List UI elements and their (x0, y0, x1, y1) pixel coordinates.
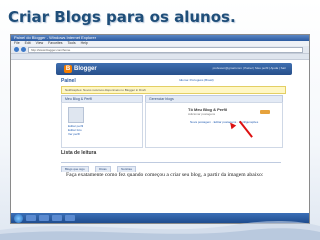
avatar[interactable] (68, 107, 84, 123)
taskbar-item[interactable] (52, 215, 62, 221)
start-button-icon[interactable] (14, 213, 23, 223)
new-post-button[interactable] (260, 110, 270, 114)
windows-taskbar (11, 213, 309, 223)
reading-list-tabs: Blogs que sigo Dicas Notícias (61, 157, 281, 172)
profile-links: Editar perfil Editar foto Ver perfil (68, 124, 83, 136)
address-bar[interactable]: http://www.blogger.com/home (28, 46, 303, 53)
blogger-page: B Blogger professor@gmail.com | Painel |… (11, 60, 309, 213)
menu-item-tools[interactable]: Tools (67, 41, 75, 45)
blogger-header: B Blogger professor@gmail.com | Painel |… (56, 63, 292, 75)
forward-icon[interactable] (21, 47, 26, 52)
browser-screenshot: Painel do Blogger - Windows Internet Exp… (10, 34, 310, 224)
reading-list-title: Lista de leitura (61, 150, 97, 156)
menu-item-edit[interactable]: Edit (25, 41, 31, 45)
instruction-caption: Faça exatamente como fez quando começou … (56, 172, 292, 212)
panel-title: Painel (61, 78, 76, 84)
blog-action-links[interactable]: Nova postagem · Editar postagens · Confi… (190, 120, 258, 124)
menu-item-favorites[interactable]: Favorites (48, 41, 62, 45)
notice-bar: Notificações: Novos recursos disponíveis… (61, 86, 286, 94)
blogger-logo-icon: B (64, 65, 72, 73)
back-icon[interactable] (14, 47, 19, 52)
view-profile-link[interactable]: Ver perfil (68, 132, 83, 136)
caption-text: Faça exatamente como fez quando começou … (66, 172, 264, 178)
browser-toolbar: http://www.blogger.com/home (11, 46, 309, 54)
blogger-logo[interactable]: B Blogger (64, 65, 97, 73)
menu-item-help[interactable]: Help (81, 41, 88, 45)
taskbar-item[interactable] (39, 215, 49, 221)
menu-item-view[interactable]: View (36, 41, 44, 45)
blogger-logo-text: Blogger (74, 66, 97, 72)
blog-list-panel: Tô Meu Blog & Perfil Adicionar postagens… (145, 102, 283, 148)
user-links[interactable]: professor@gmail.com | Painel | Meu perfi… (213, 66, 286, 70)
taskbar-item[interactable] (65, 215, 75, 221)
language-link[interactable]: Idioma: Português (Brasil) (179, 78, 214, 82)
slide-title: Criar Blogs para os alunos. (8, 8, 236, 26)
menu-item-file[interactable]: File (14, 41, 20, 45)
taskbar-item[interactable] (26, 215, 36, 221)
blog-subtitle: Adicionar postagens (188, 112, 216, 116)
profile-panel: Editar perfil Editar foto Ver perfil (61, 102, 143, 148)
